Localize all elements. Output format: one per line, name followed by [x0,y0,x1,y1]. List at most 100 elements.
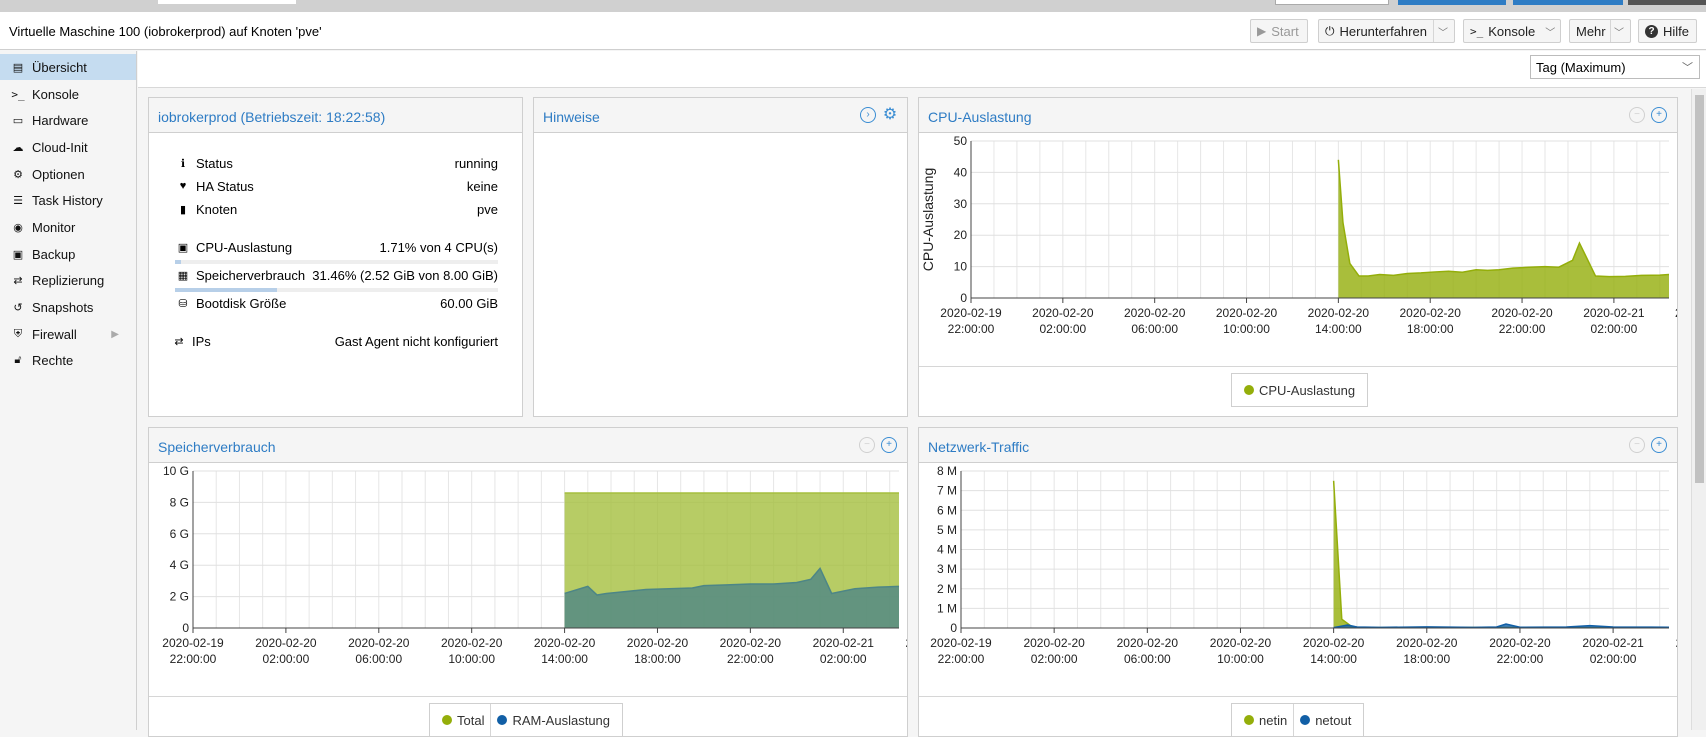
network-chart-panel: Netzwerk-Traffic − + 0 1 M 2 M 3 M 4 M 5 M 6 M… [918,427,1678,737]
x-tick-label: 18:00:00 [634,652,681,666]
x-tick-label: 02:00:00 [1591,322,1638,336]
y-tick-label: 5 M [937,523,957,537]
x-tick-label: 2020-02-21 [1582,636,1644,650]
console-button[interactable]: >_ Konsole ﹀ [1463,19,1561,43]
x-tick-label: 2020-02-20 [627,636,689,650]
help-icon: ? [1645,24,1658,38]
memory-progress-fill [175,288,277,292]
x-tick-label: 18:00:00 [1403,652,1450,666]
x-tick-label: 2020-02-20 [534,636,596,650]
memory-chart-legend: Total RAM-Auslastung [429,703,624,737]
gear-icon[interactable]: ⚙ [882,107,898,123]
x-tick-label: 14:00:00 [1310,652,1357,666]
top-button [1275,0,1389,5]
sidebar-item-cloud-init[interactable]: ☁ Cloud-Init [0,134,136,160]
crosshair-icon[interactable]: + [1651,437,1667,453]
sidebar-item-hardware[interactable]: ▭ Hardware [0,107,136,133]
y-tick-label: 50 [954,134,968,148]
help-button[interactable]: ? Hilfe [1638,19,1697,43]
terminal-icon: >_ [11,87,25,101]
sidebar-item-firewall[interactable]: ⛨ Firewall ▶ [0,321,136,347]
sidebar-item-overview[interactable]: ▤ Übersicht [0,54,136,80]
history-icon: ↺ [13,301,23,314]
bootdisk-row: ⛁ Bootdisk Größe 60.00 GiB [175,296,498,314]
x-tick-label: 22:00:00 [1499,322,1546,336]
scrollbar[interactable] [1691,89,1706,730]
hdd-icon: ⛁ [178,298,188,310]
undo-zoom-icon[interactable]: − [1629,107,1645,123]
x-tick-label: 2020-02-20 [1400,306,1462,320]
x-tick-label: 02:00:00 [820,652,867,666]
sidebar-item-options[interactable]: ⚙ Optionen [0,161,136,187]
x-tick-label: 2020-02-20 [1396,636,1458,650]
cpu-chart-panel: CPU-Auslastung − + 0 10 20 30 40 50 2020-02-19… [918,97,1678,417]
sidebar-item-task-history[interactable]: ☰ Task History [0,187,136,213]
scrollbar-thumb[interactable] [1695,95,1704,483]
sidebar-item-replication[interactable]: ⇄ Replizierung [0,267,136,293]
more-button[interactable]: Mehr ﹀ [1569,19,1631,43]
shield-icon: ⛨ [13,327,23,340]
x-tick-label: 06:00:00 [1124,652,1171,666]
x-tick-label: 06:00:00 [355,652,402,666]
undo-zoom-icon[interactable]: − [859,437,875,453]
panel-title: Netzwerk-Traffic [928,439,1030,455]
sidebar-item-monitor[interactable]: ◉ Monitor [0,214,136,240]
sidebar-item-permissions[interactable]: 🔓︎ Rechte [0,347,136,373]
y-tick-label: 6 G [170,527,189,541]
memory-chart: 0 2 G 4 G 6 G 8 G 10 G 2020-02-19 22:00:00 2020-… [162,464,907,666]
chevron-right-icon[interactable]: › [860,107,876,123]
x-tick-label: 2020-02-20 [348,636,410,650]
x-tick-label: 2020-02-20 [255,636,317,650]
memory-icon: ▦ [177,270,189,282]
y-tick-label: 8 M [937,464,957,478]
server-icon: ▮ [179,204,187,216]
play-icon: ▶ [1257,24,1267,38]
legend-item[interactable]: RAM-Auslastung [491,713,616,728]
chevron-down-icon: ﹀ [1614,27,1624,39]
x-tick-label: 22:00:00 [170,652,217,666]
cpu-icon: ▣ [177,242,189,254]
undo-zoom-icon[interactable]: − [1629,437,1645,453]
top-button-primary [1513,0,1623,5]
x-tick-label: 22:00:00 [1497,652,1544,666]
page-title: Virtuelle Maschine 100 (iobrokerprod) au… [9,24,322,39]
crosshair-icon[interactable]: + [1651,107,1667,123]
x-tick-label: 2020-02-20 [1032,306,1094,320]
top-strip [0,0,1706,12]
y-tick-label: 0 [950,621,957,635]
x-tick-label: 10:00:00 [448,652,495,666]
x-tick-label: 18:00:00 [1407,322,1454,336]
top-button-dark [1628,0,1706,5]
x-tick-label: 2020-02-20 [1489,636,1551,650]
gear-icon: ⚙ [13,168,23,181]
start-button[interactable]: ▶ Start [1250,19,1308,43]
panel-title: CPU-Auslastung [928,109,1032,125]
floppy-icon: ▣ [12,248,24,261]
x-tick-label: 2020-02-20 [1023,636,1085,650]
y-tick-label: 2 G [170,590,189,604]
x-tick-label: 22:00:00 [948,322,995,336]
ips-row: ⇄ IPs Gast Agent nicht konfiguriert [171,334,498,352]
top-tab [158,0,296,4]
x-tick-label: 02:00:00 [1590,652,1637,666]
legend-item[interactable]: CPU-Auslastung [1238,383,1361,398]
memory-chart-panel: Speicherverbrauch − + 0 2 G 4 G 6 G 8 G 10 G 2… [148,427,908,737]
chevron-down-icon[interactable]: ﹀ [1545,24,1555,39]
chevron-right-icon: ▶ [111,328,119,340]
crosshair-icon[interactable]: + [881,437,897,453]
sidebar-item-snapshots[interactable]: ↺ Snapshots [0,294,136,320]
x-tick-label: 2020-02-20 [1303,636,1365,650]
sidebar-item-backup[interactable]: ▣ Backup [0,241,136,267]
sidebar-item-console[interactable]: >_ Konsole [0,81,136,107]
panel-title: Hinweise [543,109,600,125]
timeframe-select[interactable]: Tag (Maximum) ﹀ [1530,55,1700,79]
legend-item[interactable]: Total [436,713,490,728]
legend-item[interactable]: netout [1294,713,1357,728]
list-icon: ☰ [13,194,23,207]
y-tick-label: 10 G [163,464,189,478]
memory-usage-row: ▦ Speicherverbrauch 31.46% (2.52 GiB von… [175,268,498,286]
legend-item[interactable]: netin [1238,713,1293,728]
y-axis-label: CPU-Auslastung [920,168,936,272]
chevron-down-icon[interactable]: ﹀ [1438,24,1448,39]
shutdown-button[interactable]: ⏻ Herunterfahren ﹀ [1318,19,1455,43]
